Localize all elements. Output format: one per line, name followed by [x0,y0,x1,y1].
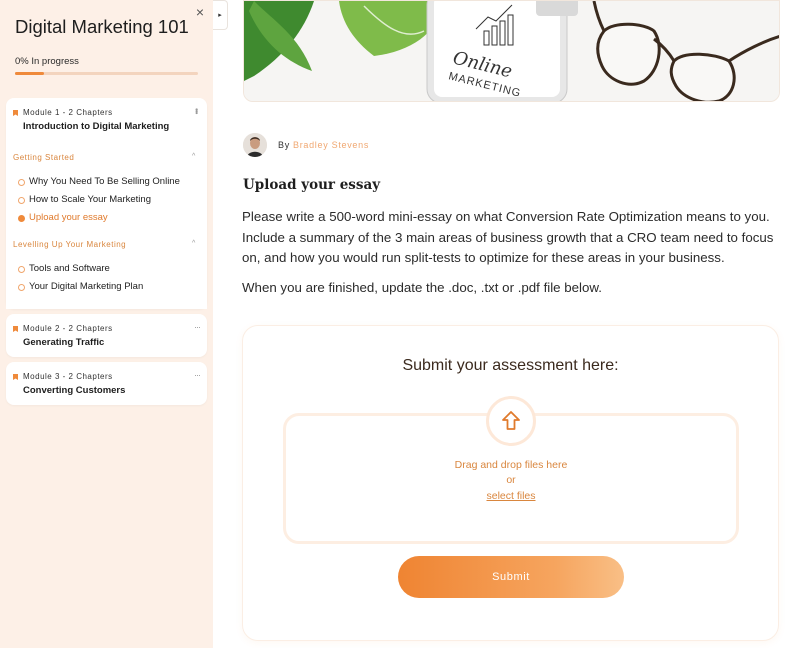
hero-image: Online MARKETING [243,0,780,102]
module-1-title: Introduction to Digital Marketing [23,121,170,132]
chevron-up-icon[interactable]: ^ [192,153,195,160]
lesson-status-icon [18,266,25,273]
essay-file-note: When you are finished, update the .doc, … [242,280,602,295]
hero-illustration: Online MARKETING [244,1,779,101]
lesson-label: Why You Need To Be Selling Online [29,176,180,187]
progress-label: 0% In progress [15,56,79,67]
lesson-current-icon [18,215,25,222]
course-sidebar: × Digital Marketing 101 0% In progress M… [0,0,213,648]
upload-icon-button[interactable] [486,396,536,446]
sidebar-toggle-button[interactable]: ▸ [213,0,228,30]
module-2-kicker: Module 2 - 2 Chapters [23,324,113,333]
or-text: or [506,474,516,486]
lesson-label: Your Digital Marketing Plan [29,281,144,292]
module-2-card[interactable]: Module 2 - 2 Chapters Generating Traffic… [6,314,207,357]
avatar-image [243,133,267,157]
lesson-status-icon [18,284,25,291]
submit-button[interactable]: Submit [398,556,624,598]
chevron-up-icon[interactable]: ^ [192,240,195,247]
close-sidebar-icon[interactable]: × [193,4,207,20]
more-options-icon[interactable]: ··· [194,322,201,332]
author-name-link[interactable]: Bradley Stevens [293,140,369,150]
section-heading-getting-started[interactable]: Getting Started [13,153,74,162]
section-heading-levelling-up[interactable]: Levelling Up Your Marketing [13,240,126,249]
upload-arrow-icon [502,411,520,430]
submission-title: Submit your assessment here: [402,357,619,374]
progress-fill [15,72,44,75]
lesson-status-icon [18,179,25,186]
bookmark-icon [13,326,18,332]
author-avatar [243,133,267,157]
module-2-title: Generating Traffic [23,337,105,348]
lesson-status-icon [18,197,25,204]
essay-instructions: Please write a 500-word mini-essay on wh… [242,209,774,265]
select-files-wrapper: select files [283,490,739,502]
drag-drop-text: Drag and drop files here [454,459,568,471]
course-title: Digital Marketing 101 [15,16,189,37]
select-files-link[interactable]: select files [486,490,535,502]
lesson-label: Tools and Software [29,263,110,274]
lesson-label: Upload your essay [29,212,108,223]
author-by-label: By [278,140,290,150]
bookmark-icon [13,110,18,116]
module-3-title: Converting Customers [23,385,126,396]
lesson-label: How to Scale Your Marketing [29,194,151,205]
module-1-kicker: Module 1 - 2 Chapters [23,108,113,117]
page-title: Upload your essay [243,177,381,193]
module-1-header[interactable]: Module 1 - 2 Chapters Introduction to Di… [6,98,207,138]
more-options-icon[interactable]: ••• [192,108,201,113]
